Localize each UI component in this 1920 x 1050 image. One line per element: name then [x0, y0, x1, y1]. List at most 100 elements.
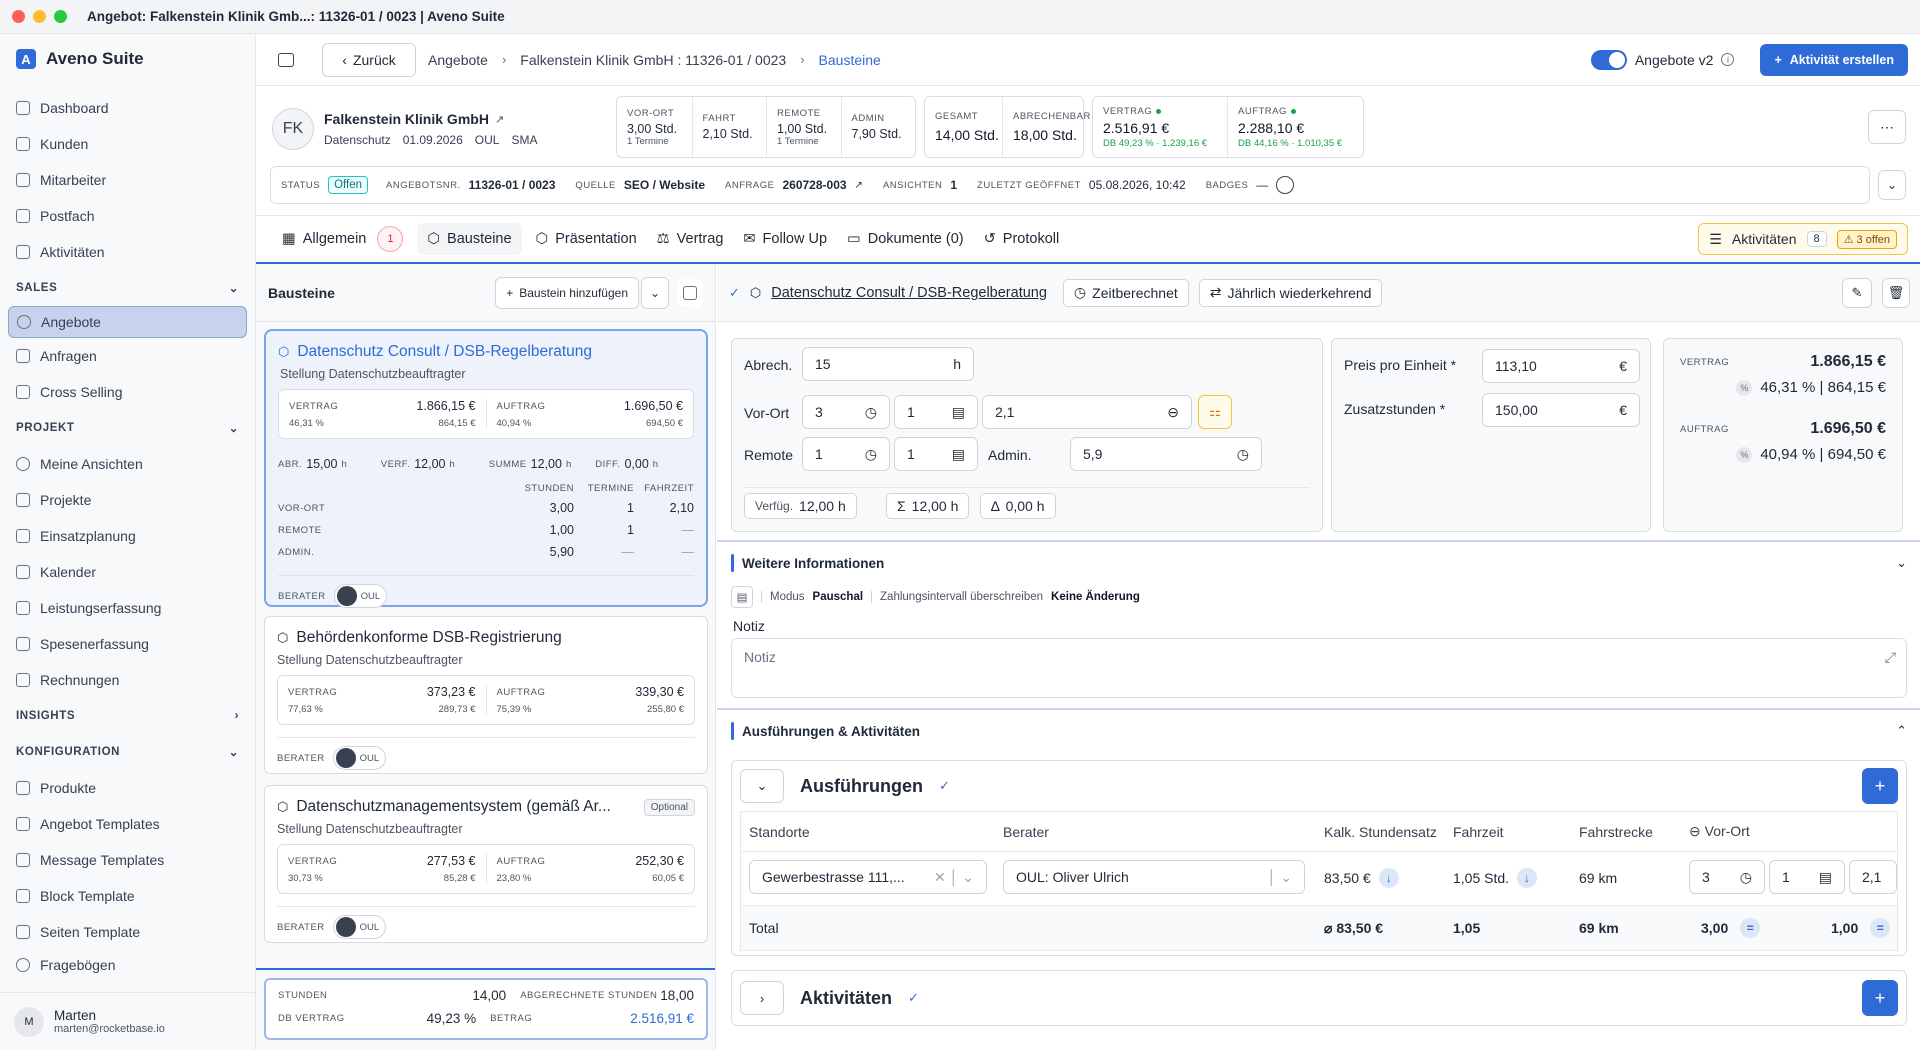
sidebar-item-angebote[interactable]: Angebote: [8, 306, 247, 338]
question-icon: [16, 958, 30, 972]
tab-follow-up[interactable]: ✉ Follow Up: [737, 223, 833, 255]
create-activity-button[interactable]: + Aktivität erstellen: [1760, 43, 1908, 76]
collapse-panel-button[interactable]: [677, 278, 703, 307]
tab-praesentation[interactable]: ⬡ Präsentation: [530, 223, 643, 255]
notiz-textarea[interactable]: Notiz ⤢: [731, 638, 1907, 698]
customer-name[interactable]: Falkenstein Klinik GmbH: [324, 111, 489, 127]
stat-label: GESAMT: [935, 111, 979, 122]
baustein-card[interactable]: ⬡ Behördenkonforme DSB-Registrierung Stel…: [264, 616, 708, 774]
brand[interactable]: A Aveno Suite: [0, 34, 255, 84]
sidebar-item-kalender[interactable]: Kalender: [0, 554, 255, 590]
tab-dokumente[interactable]: ▭ Dokumente (0): [841, 223, 970, 255]
abrech-input[interactable]: 15 h: [802, 347, 974, 381]
stat-admin: 7,90 Std.: [851, 127, 902, 141]
sidebar-item-rechnungen[interactable]: Rechnungen: [0, 662, 255, 698]
baustein-card-selected[interactable]: ⬡ Datenschutz Consult / DSB-Regelberatung…: [264, 329, 708, 608]
maximize-window-button[interactable]: [54, 10, 67, 23]
sidebar-item-angebot-templates[interactable]: Angebot Templates: [0, 806, 255, 842]
expand-meta-button[interactable]: ⌄: [1878, 170, 1906, 200]
section-konfiguration[interactable]: KONFIGURATION ⌄: [0, 734, 255, 770]
user-profile[interactable]: M Marten marten@rocketbase.io: [0, 992, 255, 1050]
hours-stats: VOR-ORT 3,00 Std. 1 Termine FAHRT 2,10 Std.…: [616, 96, 916, 158]
zusatz-input[interactable]: 150,00 €: [1482, 393, 1640, 427]
sidebar-item-einsatzplanung[interactable]: Einsatzplanung: [0, 518, 255, 554]
tab-allgemein[interactable]: ▦ Allgemein 1: [276, 223, 409, 255]
sidebar-item-meine-ansichten[interactable]: Meine Ansichten: [0, 446, 255, 482]
berater-chip[interactable]: OUL: [333, 584, 388, 608]
sidebar-item-leistungserfassung[interactable]: Leistungserfassung: [0, 590, 255, 626]
vorort-termine-input[interactable]: 1 ▤: [894, 395, 978, 429]
sidebar-item-postfach[interactable]: Postfach: [0, 198, 255, 234]
add-ausfuehrung-button[interactable]: +: [1862, 768, 1898, 804]
status-badge[interactable]: Offen: [328, 176, 368, 194]
tab-protokoll[interactable]: ↺ Protokoll: [978, 223, 1066, 255]
angebote-v2-toggle[interactable]: [1590, 49, 1627, 70]
external-link-icon[interactable]: ↗: [495, 113, 504, 126]
breadcrumb-offer[interactable]: Falkenstein Klinik GmbH : 11326-01 / 002…: [520, 52, 786, 68]
tab-vertrag[interactable]: ⚖ Vertrag: [651, 223, 730, 255]
sum-chip: Σ 12,00 h: [886, 493, 970, 519]
request-link[interactable]: 260728-003: [782, 178, 846, 192]
tag-icon[interactable]: [1276, 176, 1295, 194]
sidebar-item-aktivitaeten[interactable]: Aktivitäten: [0, 234, 255, 270]
vorort-hours-input[interactable]: 3 ◷: [802, 395, 890, 429]
clock-icon: ◷: [1739, 868, 1752, 885]
minimize-window-button[interactable]: [33, 10, 46, 23]
baustein-card[interactable]: ⬡ Datenschutzmanagementsystem (gemäß Ar..…: [264, 785, 708, 943]
baustein-title-link[interactable]: Datenschutz Consult / DSB-Regelberatung: [771, 285, 1047, 301]
sidebar-toggle-icon[interactable]: [278, 52, 294, 67]
section-sales[interactable]: SALES ⌄: [0, 270, 255, 306]
info-icon[interactable]: i: [1721, 53, 1735, 66]
sidebar-item-frageboegen[interactable]: Fragebögen: [0, 950, 255, 980]
remote-termine-input[interactable]: 1 ▤: [894, 437, 978, 471]
repeat-icon: ⇄: [1209, 284, 1222, 300]
section-projekt[interactable]: PROJEKT ⌄: [0, 410, 255, 446]
recurring-chip[interactable]: ⇄ Jährlich wiederkehrend: [1198, 278, 1383, 307]
sidebar-item-dashboard[interactable]: Dashboard: [0, 90, 255, 126]
arrow-down-icon[interactable]: ↓: [1378, 868, 1399, 888]
standort-select[interactable]: Gewerbestrasse 111,... ✕ │ ⌄: [749, 860, 987, 894]
delete-button[interactable]: 🗑: [1882, 277, 1910, 308]
expand-aktivitaeten-button[interactable]: ›: [740, 981, 784, 1015]
arrow-down-icon[interactable]: ↓: [1517, 868, 1538, 888]
back-button[interactable]: ‹ Zurück: [322, 42, 416, 77]
section-insights[interactable]: INSIGHTS ›: [0, 698, 255, 734]
add-dropdown-button[interactable]: ⌄: [641, 276, 669, 309]
admin-input[interactable]: 5,9 ◷: [1070, 437, 1262, 471]
sidebar-item-mitarbeiter[interactable]: Mitarbeiter: [0, 162, 255, 198]
price-input[interactable]: 113,10 €: [1482, 349, 1640, 383]
sidebar-item-seiten-template[interactable]: Seiten Template: [0, 914, 255, 950]
berater-chip[interactable]: OUL: [332, 746, 387, 770]
weitere-info-header[interactable]: Weitere Informationen ⌄: [731, 554, 1907, 572]
meta-label: ANFRAGE: [725, 179, 775, 191]
sidebar-item-spesenerfassung[interactable]: Spesenerfassung: [0, 626, 255, 662]
remote-hours-input[interactable]: 1 ◷: [802, 437, 890, 471]
external-link-icon[interactable]: ↗: [855, 180, 863, 191]
vorort-stunden-input[interactable]: 3 ◷: [1689, 860, 1765, 894]
berater-chip[interactable]: OUL: [332, 915, 387, 939]
add-baustein-button[interactable]: + Baustein hinzufügen: [495, 276, 639, 309]
add-aktivitaet-button[interactable]: +: [1862, 980, 1898, 1016]
close-window-button[interactable]: [12, 10, 25, 23]
vorort-fahrzeit-input[interactable]: 2,1: [1849, 860, 1897, 894]
sidebar-item-anfragen[interactable]: Anfragen: [0, 338, 255, 374]
calculate-button[interactable]: ⚏: [1198, 395, 1232, 429]
sidebar-item-produkte[interactable]: Produkte: [0, 770, 255, 806]
sidebar-item-cross-selling[interactable]: Cross Selling: [0, 374, 255, 410]
edit-button[interactable]: ✎: [1842, 277, 1872, 308]
activities-button[interactable]: ☰ Aktivitäten 8 ⚠ 3 offen: [1698, 223, 1908, 255]
ausfuehrungen-section-header[interactable]: Ausführungen & Aktivitäten ⌃: [731, 722, 1907, 740]
expand-ausfuehrungen-button[interactable]: ⌄: [740, 769, 784, 803]
breadcrumb-angebote[interactable]: Angebote: [428, 52, 488, 68]
sidebar-item-kunden[interactable]: Kunden: [0, 126, 255, 162]
expand-icon[interactable]: ⤢: [1885, 649, 1896, 666]
sidebar-item-projekte[interactable]: Projekte: [0, 482, 255, 518]
tab-bausteine[interactable]: ⬡ Bausteine: [417, 223, 522, 255]
more-options-button[interactable]: ⋯: [1868, 110, 1906, 144]
vorort-fahrzeit-input[interactable]: 2,1 ⊖: [982, 395, 1192, 429]
sidebar-item-block-template[interactable]: Block Template: [0, 878, 255, 914]
zeitberechnet-chip[interactable]: ◷ Zeitberechnet: [1062, 278, 1189, 307]
sidebar-item-message-templates[interactable]: Message Templates: [0, 842, 255, 878]
vorort-termine-input[interactable]: 1 ▤: [1769, 860, 1845, 894]
berater-select[interactable]: OUL: Oliver Ulrich │ ⌄: [1003, 860, 1305, 894]
